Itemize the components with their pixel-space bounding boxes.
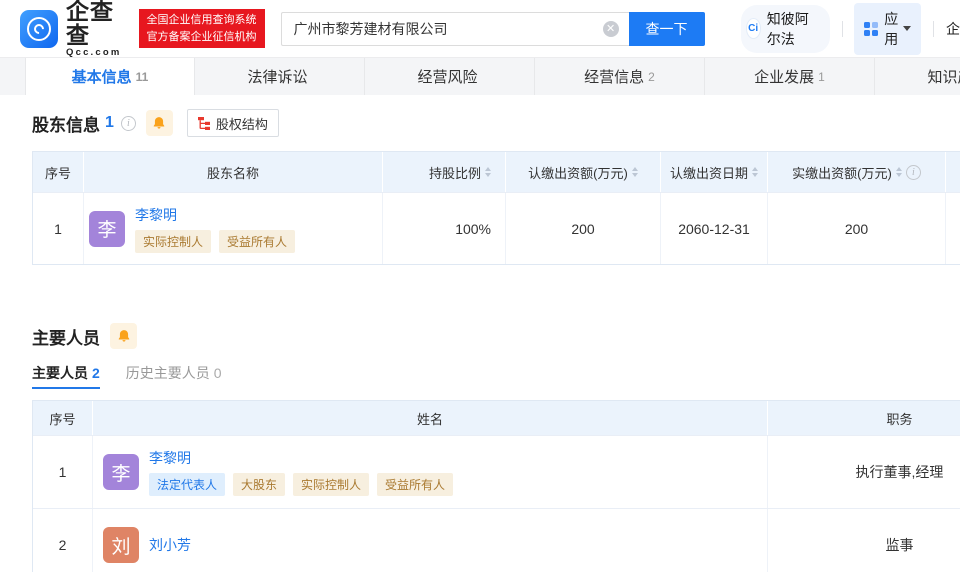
personnel-row: 1 李 李黎明 法定代表人 大股东 实际控制人 受益所有人 执行董事,经理 — [33, 435, 960, 508]
personnel-row: 2 刘 刘小芳 监事 — [33, 508, 960, 572]
shareholders-table-header: 序号 股东名称 持股比例 认缴出资额(万元) 认缴出资日期 实缴出资额(万元) … — [33, 152, 960, 192]
person-name-link[interactable]: 李黎明 — [149, 448, 453, 468]
tab-intellectual-property[interactable]: 知识产权 — [875, 58, 960, 95]
subscribed-capital-cell: 200 — [506, 193, 661, 264]
sort-icon[interactable] — [752, 167, 758, 177]
position-cell: 监事 — [768, 509, 960, 572]
tab-operation-risk[interactable]: 经营风险 — [365, 58, 535, 95]
person-name-cell: 刘 刘小芳 — [93, 509, 768, 572]
col-share-ratio[interactable]: 持股比例 — [383, 152, 506, 192]
qcc-logo-icon[interactable] — [20, 10, 58, 48]
person-name-cell: 李 李黎明 法定代表人 大股东 实际控制人 受益所有人 — [93, 436, 768, 508]
qcc-logo-text[interactable]: 企查查 Qcc.com — [66, 0, 127, 58]
header-right-group: Ci 知彼阿尔法 应用 企 — [741, 3, 960, 55]
tab-basic-info[interactable]: 基本信息11 — [25, 58, 195, 95]
col-serial: 序号 — [33, 152, 84, 192]
chevron-down-icon — [903, 26, 911, 31]
paid-date-cell — [946, 193, 960, 264]
personnel-title: 主要人员 — [32, 324, 100, 349]
clear-search-icon[interactable]: ✕ — [603, 21, 619, 37]
tag-beneficial-owner: 受益所有人 — [377, 473, 453, 496]
info-icon[interactable]: i — [906, 165, 921, 180]
divider — [933, 21, 934, 37]
info-icon[interactable]: i — [121, 116, 136, 131]
serial-cell: 2 — [33, 509, 93, 572]
bell-notification-button[interactable] — [146, 110, 173, 136]
zhibi-alpha-button[interactable]: Ci 知彼阿尔法 — [741, 5, 830, 53]
bell-notification-button[interactable] — [110, 323, 137, 349]
col-person-name: 姓名 — [93, 401, 768, 435]
share-ratio-cell: 100% — [383, 193, 506, 264]
apps-menu-button[interactable]: 应用 — [854, 3, 921, 55]
top-header: 企查查 Qcc.com 全国企业信用查询系统 官方备案企业征信机构 ✕ 查一下 … — [0, 0, 960, 57]
personnel-subtabs: 主要人员2 历史主要人员0 — [32, 363, 960, 389]
zhibi-alpha-icon: Ci — [746, 18, 761, 39]
tab-count: 1 — [818, 70, 825, 84]
tab-operation-info[interactable]: 经营信息2 — [535, 58, 705, 95]
tag-beneficial-owner: 受益所有人 — [219, 230, 295, 253]
badge-line2: 官方备案企业征信机构 — [147, 29, 257, 46]
subscribed-date-cell: 2060-12-31 — [661, 193, 768, 264]
shareholder-name-link[interactable]: 李黎明 — [135, 205, 295, 225]
subtab-current-personnel[interactable]: 主要人员2 — [32, 363, 100, 389]
col-position: 职务 — [768, 401, 960, 435]
clipped-menu-item[interactable]: 企 — [946, 19, 960, 39]
sort-icon[interactable] — [485, 167, 491, 177]
tab-count: 2 — [648, 70, 655, 84]
brand-domain: Qcc.com — [66, 47, 127, 58]
brand-name: 企查查 — [66, 0, 127, 47]
company-tab-bar: 基本信息11 法律诉讼 经营风险 经营信息2 企业发展1 知识产权 — [0, 57, 960, 95]
col-shareholder-name: 股东名称 — [84, 152, 383, 192]
search-input[interactable] — [281, 12, 629, 46]
person-name-link[interactable]: 刘小芳 — [149, 535, 191, 555]
zhibi-alpha-label: 知彼阿尔法 — [767, 9, 816, 49]
avatar[interactable]: 李 — [103, 454, 139, 490]
col-paid-capital[interactable]: 实缴出资额(万元) i — [768, 152, 946, 192]
shareholder-row: 1 李 李黎明 实际控制人 受益所有人 100% 200 2060-12-31 … — [33, 192, 960, 264]
tag-legal-representative: 法定代表人 — [149, 473, 225, 496]
col-serial: 序号 — [33, 401, 93, 435]
subtab-history-personnel[interactable]: 历史主要人员0 — [126, 363, 222, 389]
divider — [842, 21, 843, 37]
subtab-count: 2 — [92, 365, 100, 381]
position-cell: 执行董事,经理 — [768, 436, 960, 508]
col-paid-date: 实缴出资日期 — [946, 152, 960, 192]
shareholders-title: 股东信息 — [32, 111, 100, 136]
shareholders-table: 序号 股东名称 持股比例 认缴出资额(万元) 认缴出资日期 实缴出资额(万元) … — [32, 151, 960, 265]
serial-cell: 1 — [33, 193, 84, 264]
shareholders-count: 1 — [105, 114, 114, 132]
equity-structure-icon — [198, 117, 211, 130]
shareholders-section-header: 股东信息 1 i 股权结构 — [32, 95, 960, 151]
apps-label: 应用 — [884, 9, 898, 49]
bell-icon — [117, 329, 131, 343]
tag-actual-controller: 实际控制人 — [135, 230, 211, 253]
bell-icon — [152, 116, 166, 130]
subtab-count: 0 — [214, 365, 222, 381]
search-button[interactable]: 查一下 — [629, 12, 705, 46]
tab-count: 11 — [136, 70, 149, 84]
personnel-table-header: 序号 姓名 职务 — [33, 401, 960, 435]
personnel-table: 序号 姓名 职务 1 李 李黎明 法定代表人 大股东 实际控制人 受益所有人 执… — [32, 400, 960, 572]
col-subscribed-capital[interactable]: 认缴出资额(万元) — [506, 152, 661, 192]
personnel-section-header: 主要人员 — [32, 321, 960, 351]
col-subscribed-date[interactable]: 认缴出资日期 — [661, 152, 768, 192]
shareholder-name-cell: 李 李黎明 实际控制人 受益所有人 — [84, 193, 383, 264]
badge-line1: 全国企业信用查询系统 — [147, 12, 257, 29]
tag-major-shareholder: 大股东 — [233, 473, 285, 496]
credential-badge: 全国企业信用查询系统 官方备案企业征信机构 — [139, 9, 265, 48]
search-bar: ✕ 查一下 — [281, 12, 705, 46]
tab-legal-litigation[interactable]: 法律诉讼 — [195, 58, 365, 95]
sort-icon[interactable] — [896, 167, 902, 177]
serial-cell: 1 — [33, 436, 93, 508]
tab-company-development[interactable]: 企业发展1 — [705, 58, 875, 95]
avatar[interactable]: 李 — [89, 211, 125, 247]
paid-capital-cell: 200 — [768, 193, 946, 264]
tag-actual-controller: 实际控制人 — [293, 473, 369, 496]
apps-grid-icon — [864, 22, 878, 36]
avatar[interactable]: 刘 — [103, 527, 139, 563]
equity-structure-button[interactable]: 股权结构 — [187, 109, 279, 137]
sort-icon[interactable] — [632, 167, 638, 177]
